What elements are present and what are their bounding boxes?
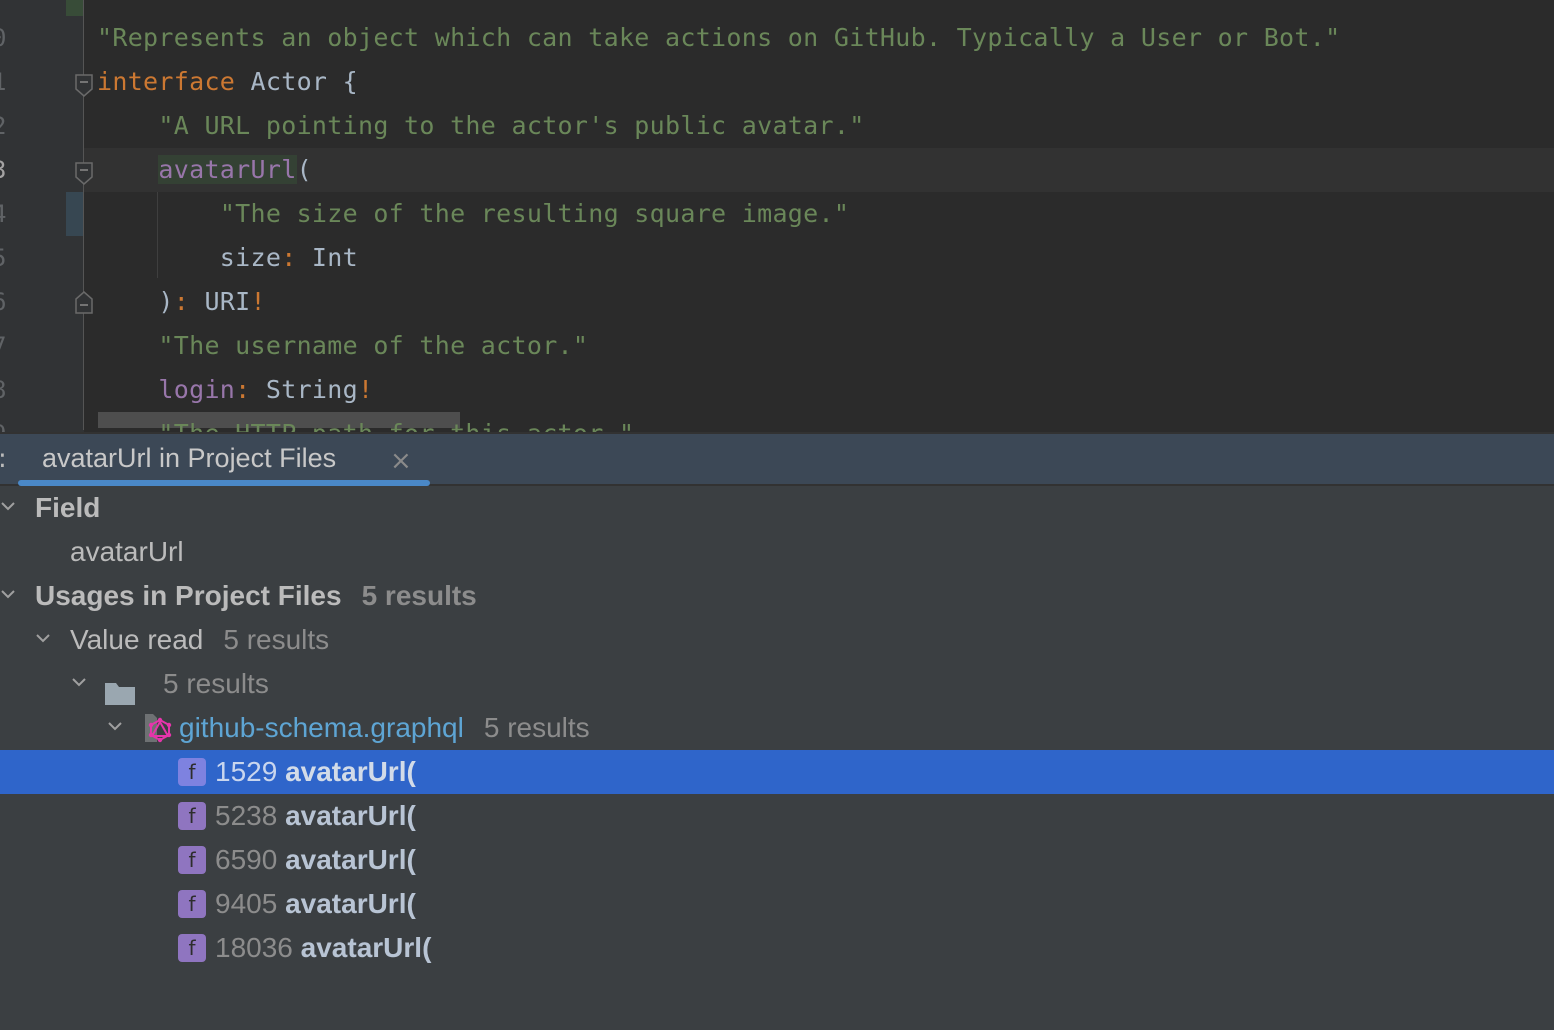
code-token: "The username of the actor." <box>158 331 589 360</box>
usage-text: avatarUrl( <box>300 932 432 963</box>
code-line[interactable]: "Represents an object which can take act… <box>97 16 1340 60</box>
code-token: ! <box>358 375 374 404</box>
code-line[interactable]: login: String! <box>97 368 373 412</box>
tree-node-usages-group[interactable]: Usages in Project Files 5 results <box>0 574 1554 618</box>
code-token: URI <box>189 287 251 316</box>
value-read-count: 5 results <box>223 624 330 655</box>
code-line[interactable]: ): URI! <box>97 280 266 324</box>
code-token: "The size of the resulting square image.… <box>219 199 850 228</box>
gutter-separator <box>83 0 84 430</box>
field-icon: f <box>178 890 206 918</box>
fold-start-icon[interactable] <box>75 162 93 185</box>
find-tool-window-header: : avatarUrl in Project Files × <box>0 432 1554 486</box>
tree-node-field-group[interactable]: Field <box>0 486 1554 530</box>
field-icon: f <box>178 802 206 830</box>
folder-count: 5 results <box>163 668 269 699</box>
usage-text: avatarUrl( <box>285 800 416 831</box>
field-icon: f <box>178 758 206 786</box>
code-line[interactable]: "A URL pointing to the actor's public av… <box>97 104 865 148</box>
usages-group-count: 5 results <box>361 580 477 611</box>
line-number[interactable]: 5 <box>0 236 12 280</box>
usage-row[interactable]: f 1529 avatarUrl( <box>0 750 1554 794</box>
tool-window-title-separator: : <box>0 444 7 474</box>
field-item-label: avatarUrl <box>70 536 184 567</box>
code-editor[interactable]: 0123456789 "Represents an object which c… <box>0 0 1554 432</box>
usage-line-number: 18036 <box>215 932 293 963</box>
usage-line-number: 6590 <box>215 844 278 875</box>
line-number[interactable]: 9 <box>0 412 12 432</box>
tree-node-file[interactable]: github-schema.graphql 5 results <box>0 706 1554 750</box>
line-number[interactable]: 7 <box>0 324 12 368</box>
code-line[interactable]: interface Actor { <box>97 60 358 104</box>
code-line[interactable]: "The username of the actor." <box>97 324 588 368</box>
code-token: "A URL pointing to the actor's public av… <box>158 111 865 140</box>
value-read-label: Value read <box>70 624 204 655</box>
code-token: ) <box>97 287 174 316</box>
usage-text: avatarUrl( <box>285 756 416 787</box>
line-number[interactable]: 2 <box>0 104 12 148</box>
code-line[interactable]: "The HTTP path for this actor." <box>97 412 634 432</box>
tree-node-field-item[interactable]: avatarUrl <box>0 530 1554 574</box>
file-count: 5 results <box>483 712 590 743</box>
line-number[interactable]: 6 <box>0 280 12 324</box>
usages-tree[interactable]: Field avatarUrl Usages in Project Files 5… <box>0 486 1554 1030</box>
code-token: String <box>250 375 358 404</box>
code-line[interactable]: "The size of the resulting square image.… <box>97 192 849 236</box>
usage-line-number: 1529 <box>215 756 278 787</box>
code-token: Actor { <box>235 67 358 96</box>
code-line[interactable]: avatarUrl( <box>97 148 312 192</box>
chevron-down-icon[interactable] <box>107 720 123 732</box>
chevron-down-icon[interactable] <box>0 588 16 600</box>
tree-node-folder[interactable]: 5 results <box>0 662 1554 706</box>
chevron-down-icon[interactable] <box>0 500 16 512</box>
field-group-label: Field <box>35 492 101 523</box>
usage-text: avatarUrl( <box>285 844 416 875</box>
file-name[interactable]: github-schema.graphql <box>179 712 464 743</box>
line-number[interactable]: 1 <box>0 60 12 104</box>
code-line[interactable]: size: Int <box>97 236 358 280</box>
usage-row[interactable]: f 18036 avatarUrl( <box>0 926 1554 970</box>
close-icon[interactable]: × <box>390 446 412 476</box>
field-icon: f <box>178 934 206 962</box>
usage-line-number: 5238 <box>215 800 278 831</box>
code-token: login <box>158 375 236 404</box>
code-token: "Represents an object which can take act… <box>97 23 1341 52</box>
usage-row[interactable]: f 9405 avatarUrl( <box>0 882 1554 926</box>
usage-line-number: 9405 <box>215 888 278 919</box>
tab-label: avatarUrl in Project Files <box>42 443 337 473</box>
usage-row[interactable]: f 5238 avatarUrl( <box>0 794 1554 838</box>
line-number[interactable]: 8 <box>0 368 12 412</box>
chevron-down-icon[interactable] <box>71 676 87 688</box>
field-icon: f <box>178 846 206 874</box>
code-token: ! <box>250 287 266 316</box>
line-number[interactable]: 0 <box>0 16 12 60</box>
vcs-modified-marker[interactable] <box>66 192 83 236</box>
fold-end-icon[interactable] <box>75 290 93 314</box>
code-token: interface <box>97 67 236 96</box>
code-token: : <box>173 287 190 316</box>
vcs-added-marker[interactable] <box>66 0 83 16</box>
code-token: : <box>281 243 297 272</box>
tree-node-value-read[interactable]: Value read 5 results <box>0 618 1554 662</box>
code-token: "The HTTP path for this actor." <box>158 419 634 432</box>
code-token: Int <box>296 243 358 272</box>
code-token: size <box>97 243 282 272</box>
usages-group-label: Usages in Project Files <box>35 580 342 611</box>
usage-text: avatarUrl( <box>285 888 416 919</box>
line-number[interactable]: 3 <box>0 148 12 192</box>
fold-start-icon[interactable] <box>75 74 93 97</box>
code-token: ( <box>296 155 312 184</box>
chevron-down-icon[interactable] <box>35 632 51 644</box>
code-token: : <box>235 375 251 404</box>
tab-avatarurl-usages[interactable]: avatarUrl in Project Files × <box>18 434 430 486</box>
line-number[interactable]: 4 <box>0 192 12 236</box>
code-token: avatarUrl <box>158 155 297 184</box>
usage-row[interactable]: f 6590 avatarUrl( <box>0 838 1554 882</box>
